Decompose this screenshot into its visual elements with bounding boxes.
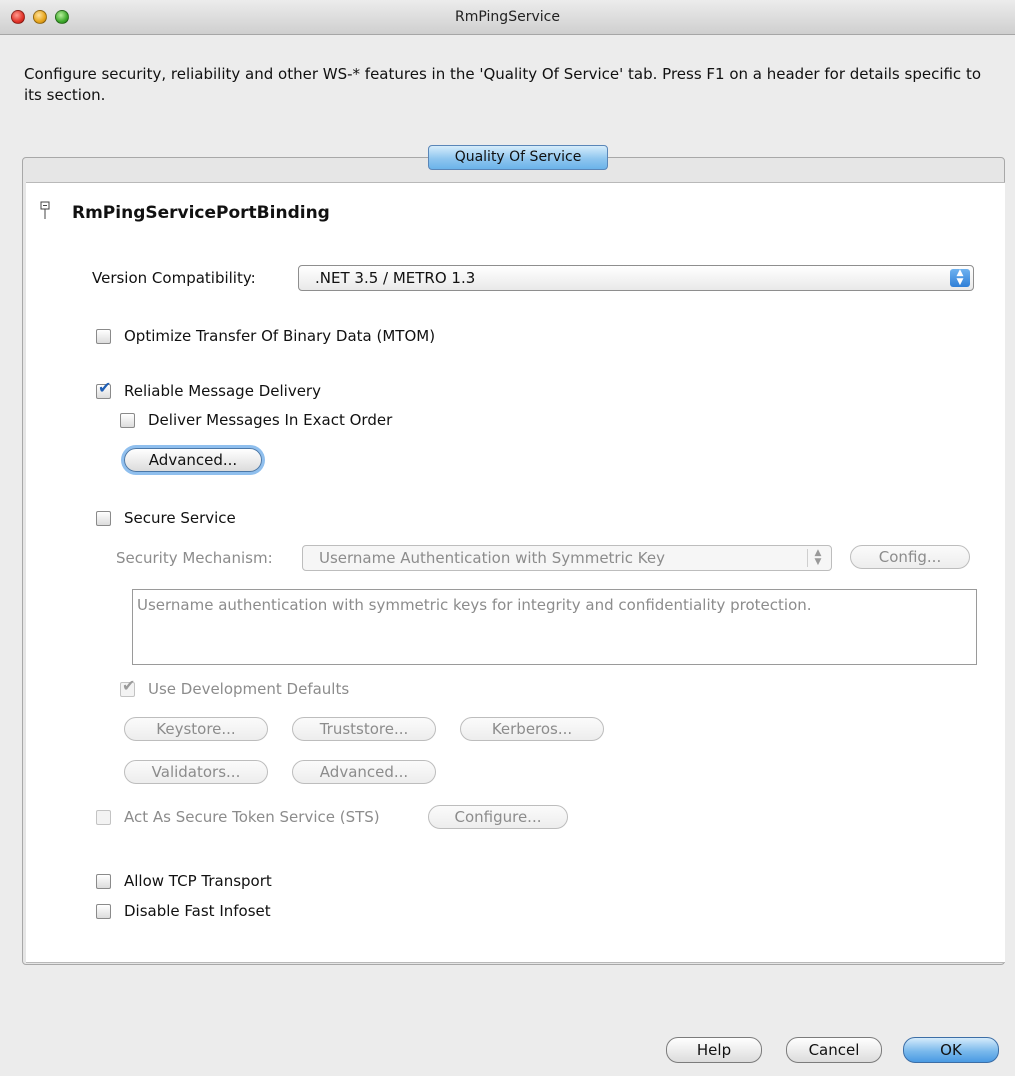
security-mechanism-value: Username Authentication with Symmetric K… [319,549,665,567]
tcp-checkbox[interactable] [96,874,111,889]
reliable-advanced-button[interactable]: Advanced... [124,448,262,472]
security-mechanism-label: Security Mechanism: [116,549,273,567]
validators-button[interactable]: Validators... [124,760,268,784]
updown-arrows-icon: ▲ ▼ [950,269,970,287]
fastinfoset-label: Disable Fast Infoset [124,902,271,920]
mechanism-description: Username authentication with symmetric k… [132,589,977,665]
ok-button[interactable]: OK [903,1037,999,1063]
secure-service-checkbox[interactable] [96,511,111,526]
updown-arrows-icon: ▲ ▼ [807,549,828,567]
intro-text: Configure security, reliability and othe… [24,65,982,104]
fastinfoset-checkbox[interactable] [96,904,111,919]
kerberos-button[interactable]: Kerberos... [460,717,604,741]
security-advanced-button[interactable]: Advanced... [292,760,436,784]
dev-defaults-label: Use Development Defaults [148,680,350,698]
mtom-label: Optimize Transfer Of Binary Data (MTOM) [124,327,436,345]
version-label: Version Compatibility: [92,269,256,287]
help-button[interactable]: Help [666,1037,762,1063]
dialog-window: RmPingService Configure security, reliab… [0,0,1015,1076]
ordered-label: Deliver Messages In Exact Order [148,411,393,429]
dev-defaults-checkbox[interactable]: ✔ [120,678,135,697]
tcp-label: Allow TCP Transport [124,872,272,890]
reliable-label: Reliable Message Delivery [124,382,321,400]
cancel-button[interactable]: Cancel [786,1037,882,1063]
checkmark-icon: ✔ [122,676,136,695]
window-title: RmPingService [455,9,560,25]
version-select[interactable]: .NET 3.5 / METRO 1.3 ▲ ▼ [298,265,974,291]
truststore-button[interactable]: Truststore... [292,717,436,741]
collapse-icon[interactable] [40,201,50,221]
sts-configure-button[interactable]: Configure... [428,805,568,829]
keystore-button[interactable]: Keystore... [124,717,268,741]
version-value: .NET 3.5 / METRO 1.3 [315,269,476,287]
sts-label: Act As Secure Token Service (STS) [124,808,380,826]
tab-quality-of-service[interactable]: Quality Of Service [428,145,608,170]
mtom-checkbox[interactable] [96,329,111,344]
security-mechanism-select[interactable]: Username Authentication with Symmetric K… [302,545,832,571]
checkmark-icon: ✔ [98,378,112,397]
section-title: RmPingServicePortBinding [72,203,330,223]
reliable-checkbox[interactable]: ✔ [96,380,111,399]
ordered-checkbox[interactable] [120,413,135,428]
config-button[interactable]: Config... [850,545,970,569]
tab-content [26,182,1005,963]
secure-service-label: Secure Service [124,509,236,527]
sts-checkbox[interactable] [96,810,111,825]
title-bar[interactable]: RmPingService [0,0,1015,35]
